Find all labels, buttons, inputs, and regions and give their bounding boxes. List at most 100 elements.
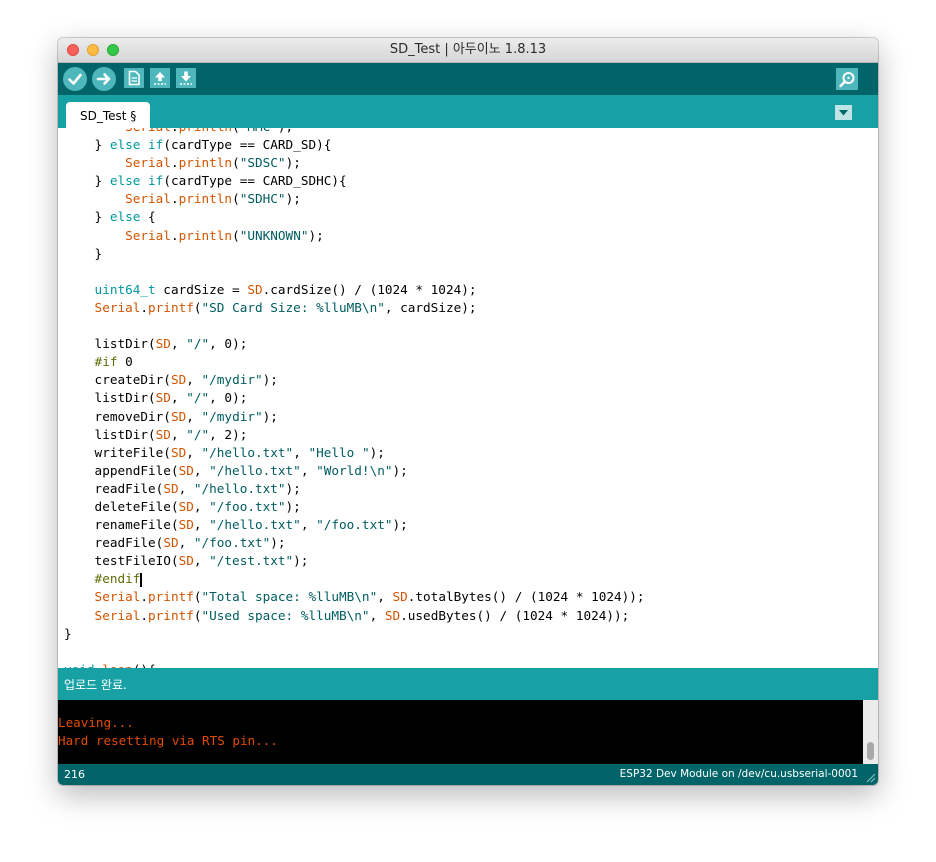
- code-token: (cardType == CARD_SDHC){: [163, 173, 347, 189]
- code-line: readFile(SD, "/hello.txt");: [64, 480, 645, 498]
- code-token: .: [140, 589, 149, 605]
- code-token: readFile(: [64, 535, 164, 551]
- console-line: Hard resetting via RTS pin...: [58, 733, 278, 748]
- code-line: testFileIO(SD, "/test.txt");: [64, 552, 645, 570]
- code-line: #if 0: [64, 353, 645, 371]
- code-token: .: [140, 299, 149, 315]
- code-line: listDir(SD, "/", 0);: [64, 389, 645, 407]
- code-token: SD: [163, 535, 179, 551]
- line-number: 216: [64, 768, 85, 781]
- footer-bar: 216 ESP32 Dev Module on /dev/cu.usbseria…: [58, 764, 878, 785]
- code-token: listDir(: [64, 336, 156, 352]
- serial-monitor-button[interactable]: [836, 68, 858, 90]
- code-token: }: [64, 625, 72, 641]
- ide-window: SD_Test | 아두이노 1.8.13 SD_Test § Serial.p…: [58, 38, 878, 785]
- code-token: "Used space: %lluMB\n": [201, 607, 370, 623]
- save-sketch-button[interactable]: [176, 68, 196, 88]
- title-bar: SD_Test | 아두이노 1.8.13: [58, 38, 878, 63]
- code-text: Serial.println("MMC"); } else if(cardTyp…: [64, 128, 645, 668]
- code-line: renameFile(SD, "/hello.txt", "/foo.txt")…: [64, 516, 645, 534]
- code-line: appendFile(SD, "/hello.txt", "World!\n")…: [64, 462, 645, 480]
- code-token: removeDir(: [64, 408, 171, 424]
- code-token: }: [64, 209, 110, 225]
- code-token: , cardSize);: [384, 299, 477, 315]
- code-line: } else if(cardType == CARD_SD){: [64, 136, 645, 154]
- upload-button[interactable]: [92, 67, 116, 91]
- open-sketch-button[interactable]: [150, 68, 170, 88]
- board-info: ESP32 Dev Module on /dev/cu.usbserial-00…: [619, 768, 858, 780]
- code-token: }: [64, 173, 110, 189]
- code-token: ,: [186, 372, 202, 388]
- code-token: 0: [117, 354, 133, 370]
- code-token: SD: [247, 281, 263, 297]
- code-token: printf: [148, 299, 194, 315]
- code-token: println: [179, 128, 232, 134]
- code-token: uint64_t: [64, 281, 156, 297]
- code-token: "Hello ": [308, 444, 370, 460]
- code-token: "/mydir": [201, 408, 263, 424]
- code-token: Serial: [64, 299, 141, 315]
- new-file-icon: [128, 70, 140, 86]
- code-editor[interactable]: Serial.println("MMC"); } else if(cardTyp…: [58, 128, 878, 668]
- code-token: (: [232, 128, 240, 134]
- code-line: Serial.println("SDSC");: [64, 154, 645, 172]
- tab-bar: SD_Test §: [58, 95, 878, 128]
- code-token: Serial: [64, 227, 171, 243]
- code-token: .usedBytes() / (1024 * 1024));: [400, 607, 630, 623]
- code-token: createDir(: [64, 372, 171, 388]
- code-token: (: [193, 589, 202, 605]
- code-line: Serial.println("MMC");: [64, 128, 645, 136]
- code-token: ,: [178, 480, 194, 496]
- status-message: 업로드 완료.: [64, 678, 127, 692]
- code-token: );: [392, 517, 408, 533]
- code-token: printf: [148, 607, 194, 623]
- code-token: ,: [178, 535, 194, 551]
- code-token: ,: [300, 517, 317, 533]
- code-token: ,: [193, 462, 210, 478]
- code-token: , 2);: [209, 426, 248, 442]
- console-scrollbar-thumb[interactable]: [867, 742, 874, 760]
- code-token: );: [293, 553, 309, 569]
- code-token: );: [262, 408, 278, 424]
- code-token: SD: [170, 444, 187, 460]
- verify-button[interactable]: [63, 67, 87, 91]
- code-token: SD: [178, 517, 194, 533]
- code-token: writeFile(: [64, 444, 171, 460]
- code-token: SD: [155, 390, 171, 406]
- code-token: renameFile(: [64, 517, 179, 533]
- console-lines: Leaving... Hard resetting via RTS pin...: [58, 714, 278, 750]
- code-token: SD: [170, 408, 187, 424]
- tab-sd-test[interactable]: SD_Test §: [66, 102, 151, 128]
- code-token: ,: [369, 607, 385, 623]
- code-token: {: [140, 209, 156, 225]
- code-line: createDir(SD, "/mydir");: [64, 371, 645, 389]
- code-token: "/hello.txt": [201, 444, 294, 460]
- code-line: Serial.printf("Total space: %lluMB\n", S…: [64, 588, 645, 606]
- code-token: ,: [293, 444, 309, 460]
- code-token: }: [64, 137, 110, 153]
- code-token: );: [285, 480, 301, 496]
- code-token: readFile(: [64, 480, 164, 496]
- code-token: (cardType == CARD_SD){: [163, 137, 332, 153]
- code-line: listDir(SD, "/", 2);: [64, 426, 645, 444]
- code-token: );: [369, 444, 385, 460]
- tab-menu-button[interactable]: [835, 105, 852, 120]
- code-token: );: [262, 372, 278, 388]
- code-token: "SDHC": [239, 191, 286, 207]
- code-token: .totalBytes() / (1024 * 1024));: [407, 589, 645, 605]
- code-token: );: [285, 155, 301, 171]
- code-line: Serial.printf("SD Card Size: %lluMB\n", …: [64, 299, 645, 317]
- code-token: println: [178, 227, 233, 243]
- resize-grip-icon[interactable]: [864, 771, 876, 783]
- new-sketch-button[interactable]: [124, 68, 144, 88]
- code-token: ,: [170, 336, 187, 352]
- code-token: SD: [178, 498, 194, 514]
- code-token: if: [140, 173, 164, 189]
- code-line: Serial.println("UNKNOWN");: [64, 227, 645, 245]
- code-token: SD: [178, 553, 194, 569]
- code-token: println: [178, 191, 233, 207]
- code-token: #endif: [64, 571, 141, 587]
- code-token: Serial: [64, 191, 171, 207]
- code-token: SD: [170, 372, 187, 388]
